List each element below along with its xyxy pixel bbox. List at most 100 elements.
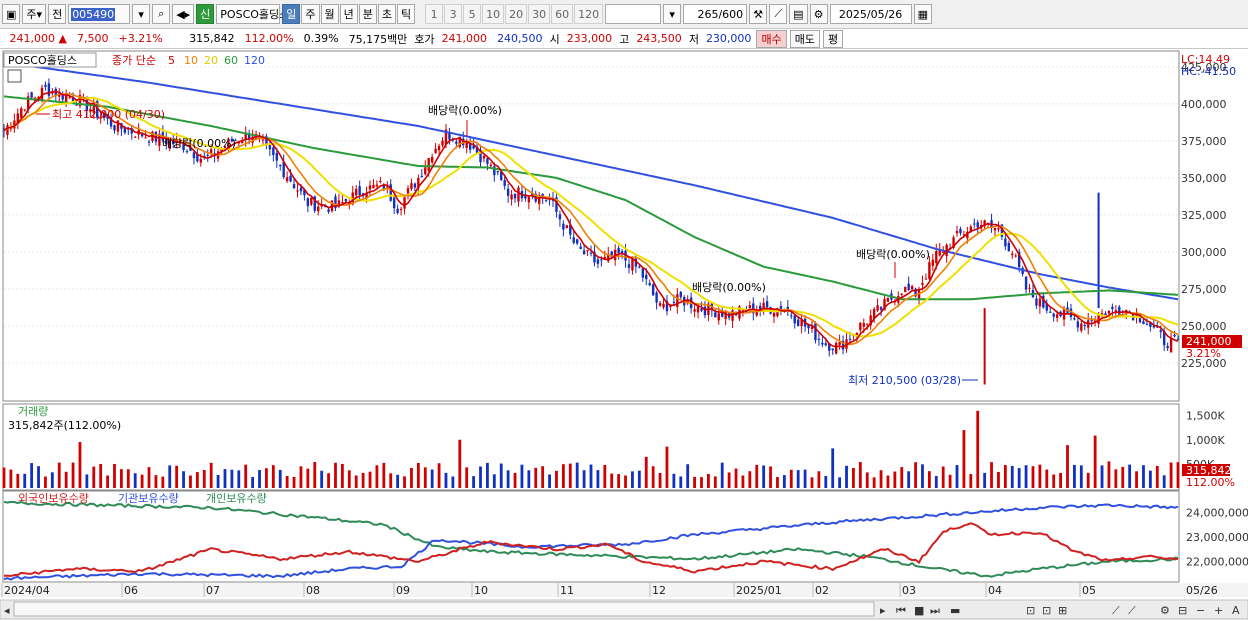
scroll-control-icon[interactable]: ⊟ <box>1178 604 1187 617</box>
period-tab-6[interactable]: 틱 <box>397 4 416 24</box>
period-tab-2[interactable]: 월 <box>320 4 339 24</box>
candle-body <box>1052 313 1055 317</box>
x-tick-label: 10 <box>474 584 488 597</box>
candle-body <box>296 190 299 192</box>
gear-icon[interactable]: ⚙ <box>809 4 828 24</box>
scroll-control-icon[interactable]: ⊡ <box>1042 604 1051 617</box>
volume-bar <box>278 469 282 488</box>
scroll-control-icon[interactable]: − <box>1196 604 1205 617</box>
scroll-control-icon[interactable]: ⏮ <box>896 604 906 617</box>
volume-bar <box>1079 465 1083 488</box>
candle-body <box>814 323 817 341</box>
period-tab-5[interactable]: 초 <box>377 4 397 24</box>
scroll-control-icon[interactable]: ■ <box>914 604 924 617</box>
interval-tab-30[interactable]: 30 <box>528 4 551 24</box>
candle-body <box>1166 345 1169 349</box>
scroll-control-icon[interactable]: ⊡ <box>1026 604 1035 617</box>
legend-ma120: 120 <box>244 54 265 67</box>
candle-body <box>824 343 827 346</box>
high-label: 고 <box>619 32 630 46</box>
period-tab-0[interactable]: 일 <box>282 4 301 24</box>
interval-tab-120[interactable]: 120 <box>574 4 604 24</box>
scroll-control-icon[interactable]: ⊞ <box>1058 604 1067 617</box>
draw-icon[interactable]: ⟋ <box>769 4 788 24</box>
scroll-control-icon[interactable]: ⚙ <box>1160 604 1170 617</box>
interval-tab-1[interactable]: 1 <box>425 4 444 24</box>
volume-bar <box>810 477 814 488</box>
candle-body <box>344 198 348 202</box>
volume-bar <box>375 465 379 488</box>
period-tab-4[interactable]: 분 <box>358 4 377 24</box>
period-tab-1[interactable]: 주 <box>301 4 320 24</box>
volume-bar <box>1155 465 1159 488</box>
date-field[interactable]: 2025/05/26 <box>829 4 912 24</box>
count-value: 265 <box>697 7 719 21</box>
period-tab-3[interactable]: 년 <box>339 4 358 24</box>
scroll-control-icon[interactable]: ⏭ <box>930 604 940 617</box>
buy-button[interactable]: 매수 <box>756 29 787 48</box>
candle-body <box>645 274 648 280</box>
high-value: 243,500 <box>636 32 682 45</box>
scroll-control-icon[interactable]: + <box>1214 604 1223 617</box>
candle-body <box>299 187 303 192</box>
volume-bar <box>707 473 710 488</box>
chart-menu-icon[interactable]: ▣ <box>2 4 21 24</box>
volume-bars <box>2 410 1180 488</box>
dividend-label-1: 배당락(0.00%) <box>428 104 502 117</box>
legend-ma10: 10 <box>184 54 198 67</box>
volume-bar <box>299 466 303 488</box>
interval-input[interactable] <box>605 4 662 24</box>
speaker-icon[interactable]: ◀▸ <box>172 4 195 24</box>
code-input[interactable]: 005490 <box>68 4 131 24</box>
candle-body <box>113 125 116 131</box>
bid-price: 240,500 <box>497 32 543 45</box>
save-icon[interactable]: ▤ <box>789 4 808 24</box>
candle-body <box>589 252 593 254</box>
candle-body <box>931 259 935 266</box>
scroll-control-icon[interactable]: A <box>1232 604 1240 617</box>
interval-tab-5[interactable]: 5 <box>463 4 482 24</box>
type-select[interactable]: 주 ▾ <box>22 4 47 24</box>
dropdown-icon[interactable]: ▾ <box>132 4 151 24</box>
candle-body <box>910 286 914 290</box>
candle-body <box>1014 255 1017 257</box>
interval-dropdown-icon[interactable]: ▾ <box>663 4 682 24</box>
volume-bar <box>644 456 648 488</box>
table-icon[interactable] <box>7 69 22 83</box>
candle-body <box>1118 306 1121 315</box>
scroll-control-icon[interactable]: ⟋ <box>1128 604 1136 617</box>
volume-bar <box>713 476 717 488</box>
volume-bar <box>265 468 268 488</box>
volume-bar <box>976 410 980 488</box>
scroll-control-icon[interactable]: ⟋ <box>1112 604 1120 617</box>
price-tick-label: 350,000 <box>1181 172 1227 185</box>
calendar-icon[interactable]: ▦ <box>913 4 932 24</box>
scroll-bar[interactable]: ◂ ▸ ⏮ ■ ⏭ ▬ ⊡ ⊡ ⊞ ⟋ ⟋ ⚙ ⊟ − + A <box>0 599 1248 620</box>
sell-button[interactable]: 매도 <box>789 29 820 48</box>
count-max: /600 <box>718 7 744 21</box>
interval-tab-3[interactable]: 3 <box>444 4 463 24</box>
search-icon[interactable]: ⌕ <box>152 4 171 24</box>
scroll-control-icon[interactable]: ▬ <box>950 604 960 617</box>
scroll-thumb[interactable] <box>13 601 875 617</box>
interval-tab-60[interactable]: 60 <box>551 4 574 24</box>
candle-body <box>206 154 209 156</box>
x-tick-label: 02 <box>815 584 829 597</box>
tools-icon[interactable]: ⚒ <box>749 4 768 24</box>
prev-button[interactable]: 전 <box>48 4 67 24</box>
candle-body <box>976 222 979 228</box>
avg-button[interactable]: 평 <box>822 29 844 48</box>
count-field[interactable]: 265/600 <box>683 4 748 24</box>
interval-tab-10[interactable]: 10 <box>482 4 505 24</box>
scroll-control-icon[interactable]: ▸ <box>880 604 886 617</box>
inst-holdings-line <box>3 503 1179 581</box>
candle-body <box>1107 310 1111 314</box>
scroll-control-icon[interactable]: ◂ <box>4 604 10 617</box>
volume-bar <box>354 475 358 488</box>
volume-bar <box>838 477 842 488</box>
volume-bar <box>631 471 634 488</box>
volume-bar <box>120 469 123 488</box>
volume-bar <box>1100 465 1104 488</box>
interval-tab-20[interactable]: 20 <box>505 4 528 24</box>
grid-lines <box>4 66 1178 364</box>
